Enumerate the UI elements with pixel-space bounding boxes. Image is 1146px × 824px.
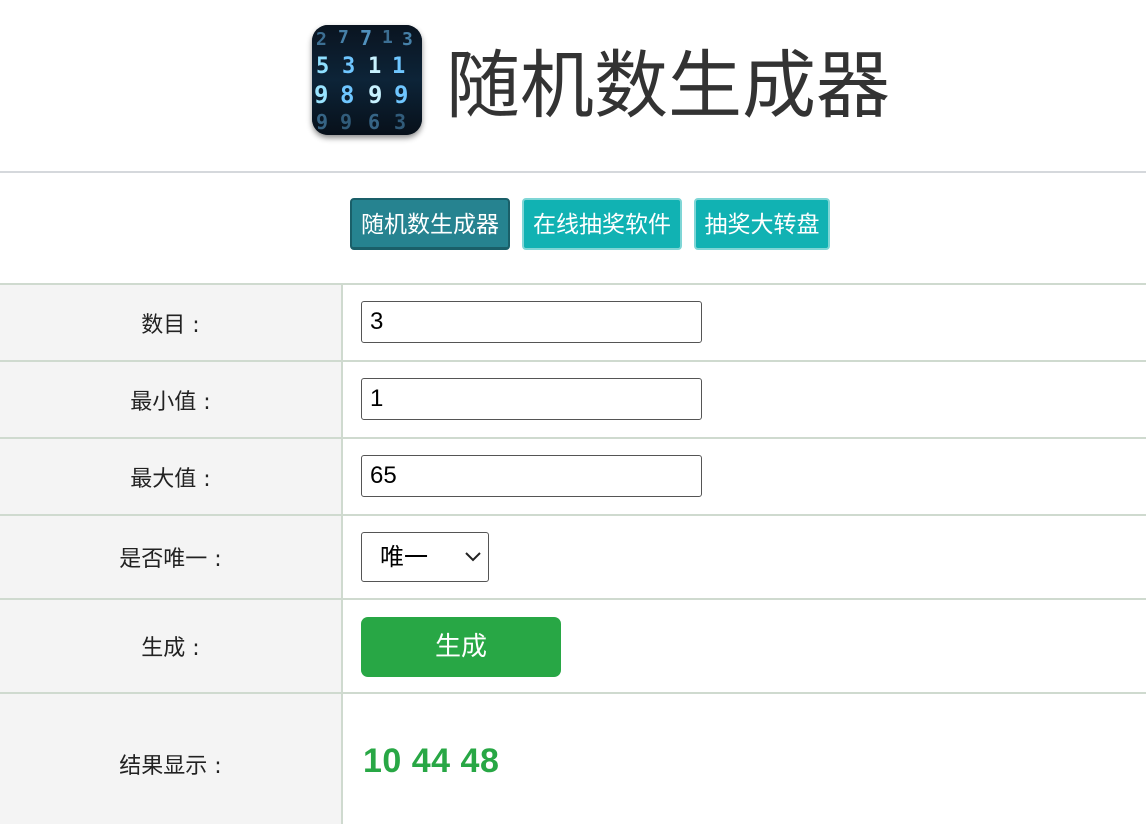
count-input[interactable] (361, 301, 702, 343)
svg-text:3: 3 (342, 54, 355, 79)
svg-text:3: 3 (394, 110, 406, 134)
max-input[interactable] (361, 455, 702, 497)
svg-text:7: 7 (338, 27, 349, 48)
svg-text:5: 5 (316, 54, 329, 79)
result-row: 结果显示 : 10 44 48 (0, 694, 1146, 824)
svg-text:1: 1 (368, 54, 381, 79)
svg-text:3: 3 (402, 29, 413, 50)
svg-text:6: 6 (368, 110, 380, 134)
min-label: 最小值 : (0, 362, 343, 437)
unique-row: 是否唯一 : 唯一 (0, 516, 1146, 600)
svg-text:1: 1 (382, 27, 393, 48)
unique-select-value: 唯一 (380, 543, 428, 571)
svg-text:8: 8 (340, 81, 354, 109)
count-label: 数目 : (0, 285, 343, 360)
svg-text:9: 9 (394, 81, 408, 109)
result-label: 结果显示 : (0, 694, 343, 824)
count-row: 数目 : (0, 285, 1146, 362)
max-row: 最大值 : (0, 439, 1146, 516)
nav-random-number-generator[interactable]: 随机数生成器 (350, 198, 510, 250)
generate-label: 生成 : (0, 600, 343, 692)
min-row: 最小值 : (0, 362, 1146, 439)
svg-text:7: 7 (360, 26, 372, 50)
number-matrix-icon: 2 7 7 1 3 5 3 1 1 9 8 9 9 9 9 6 3 (312, 25, 422, 135)
app-title: 随机数生成器 (446, 43, 890, 129)
svg-text:9: 9 (340, 110, 352, 134)
max-label: 最大值 : (0, 439, 343, 514)
nav-online-lottery[interactable]: 在线抽奖软件 (522, 198, 682, 250)
svg-text:9: 9 (314, 81, 328, 109)
svg-text:1: 1 (392, 54, 405, 79)
chevron-down-icon (465, 552, 481, 562)
result-value: 10 44 48 (363, 742, 500, 780)
svg-text:9: 9 (368, 81, 382, 109)
svg-text:9: 9 (316, 110, 328, 134)
generate-button[interactable]: 生成 (361, 617, 561, 677)
unique-label: 是否唯一 : (0, 516, 343, 598)
generate-row: 生成 : 生成 (0, 600, 1146, 694)
unique-select[interactable]: 唯一 (361, 532, 489, 582)
nav-lucky-wheel[interactable]: 抽奖大转盘 (694, 198, 830, 250)
min-input[interactable] (361, 378, 702, 420)
generator-form: 数目 : 最小值 : 最大值 : 是否唯一 : 唯一 生成 : 生 (0, 283, 1146, 824)
svg-text:2: 2 (316, 29, 327, 50)
nav-bar: 随机数生成器 在线抽奖软件 抽奖大转盘 (0, 175, 1146, 283)
page-header: 2 7 7 1 3 5 3 1 1 9 8 9 9 9 9 6 3 随机数生成器 (0, 0, 1146, 173)
